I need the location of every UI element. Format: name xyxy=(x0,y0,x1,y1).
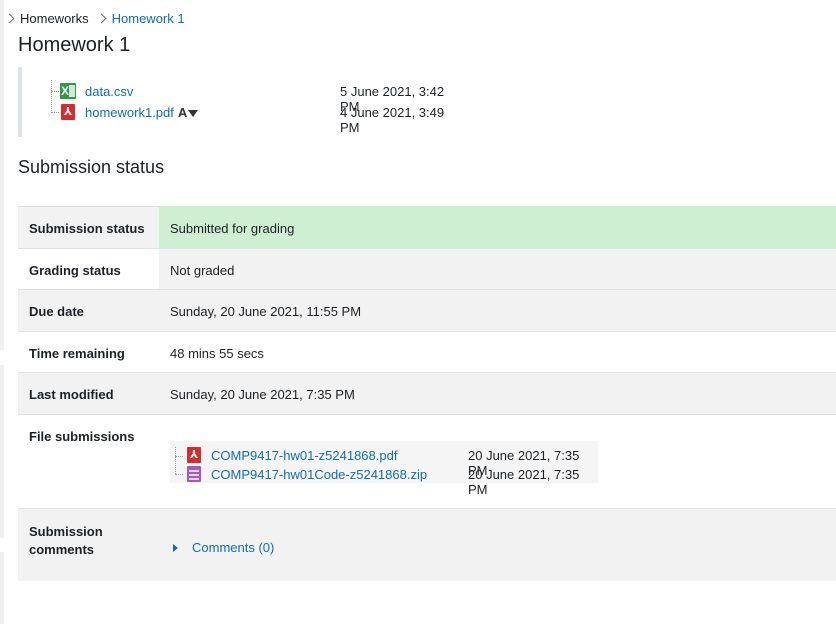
table-row: Grading status Not graded xyxy=(18,248,836,290)
attachment-data-csv[interactable]: X data.csv xyxy=(60,82,133,100)
grading-cell-bg xyxy=(159,249,836,290)
table-row: File submissions ⅄ COMP9417-hw01-z524186… xyxy=(18,414,836,509)
table-row: Submission status Submitted for grading xyxy=(18,206,836,249)
attachment-link[interactable]: homework1.pdf xyxy=(85,105,174,120)
submitted-file-zip[interactable]: COMP9417-hw01Code-z5241868.zip xyxy=(186,465,427,483)
comments-link[interactable]: Comments (0) xyxy=(192,540,274,555)
file-submissions-list: ⅄ COMP9417-hw01-z5241868.pdf 20 June 202… xyxy=(170,441,598,497)
breadcrumb: Homeworks Homework 1 xyxy=(4,9,185,27)
csv-file-icon: X xyxy=(60,83,76,99)
gutter-gap xyxy=(0,538,4,552)
table-row: Submission comments Comments (0) xyxy=(18,508,836,581)
due-date-value: Sunday, 20 June 2021, 11:55 PM xyxy=(170,304,362,319)
grading-status-value: Not graded xyxy=(170,263,235,278)
breadcrumb-item-homeworks[interactable]: Homeworks xyxy=(20,11,89,26)
comments-toggle[interactable]: Comments (0) xyxy=(173,540,274,555)
attachment-link[interactable]: data.csv xyxy=(85,84,133,99)
submission-status-value: Submitted for grading xyxy=(170,221,295,236)
chevron-right-icon xyxy=(96,13,107,23)
tree-line xyxy=(175,474,183,475)
attachment-homework1-pdf[interactable]: ⅄ homework1.pdf A xyxy=(60,103,199,121)
accessibility-download-icon[interactable]: A xyxy=(178,105,199,120)
tree-line xyxy=(175,456,183,457)
left-gutter xyxy=(0,0,4,624)
table-row: Due date Sunday, 20 June 2021, 11:55 PM xyxy=(18,289,836,332)
submission-status-heading: Submission status xyxy=(18,157,165,177)
chevron-right-icon xyxy=(4,13,15,23)
breadcrumb-item-homework-1[interactable]: Homework 1 xyxy=(112,11,185,26)
row-label: Grading status xyxy=(29,263,121,278)
tree-line xyxy=(51,112,59,113)
table-row: Last modified Sunday, 20 June 2021, 7:35… xyxy=(18,372,836,415)
row-label: Submission comments xyxy=(29,524,103,557)
submitted-file-date: 20 June 2021, 7:35 PM xyxy=(468,467,580,497)
row-label: Time remaining xyxy=(29,346,125,361)
caret-right-icon xyxy=(173,543,178,552)
row-label: File submissions xyxy=(29,429,135,444)
page-title: Homework 1 xyxy=(18,34,131,56)
last-modified-value: Sunday, 20 June 2021, 7:35 PM xyxy=(170,387,355,402)
gutter-gap xyxy=(0,350,4,365)
time-remaining-value: 48 mins 55 secs xyxy=(170,346,264,361)
table-row: Time remaining 48 mins 55 secs xyxy=(18,331,836,373)
intro-attachments: X data.csv 5 June 2021, 3:42 PM ⅄ homewo… xyxy=(18,67,452,137)
row-label: Due date xyxy=(29,304,84,319)
tree-line xyxy=(175,447,176,474)
pdf-file-icon: ⅄ xyxy=(60,104,76,120)
submitted-file-pdf[interactable]: ⅄ COMP9417-hw01-z5241868.pdf xyxy=(186,446,397,464)
row-label: Last modified xyxy=(29,387,114,402)
attachment-date: 4 June 2021, 3:49 PM xyxy=(340,105,445,135)
zip-file-icon xyxy=(186,466,202,482)
pdf-file-icon: ⅄ xyxy=(186,447,202,463)
tree-line xyxy=(51,80,52,113)
submitted-file-link[interactable]: COMP9417-hw01Code-z5241868.zip xyxy=(211,467,427,482)
row-label: Submission status xyxy=(29,221,145,236)
submitted-file-link[interactable]: COMP9417-hw01-z5241868.pdf xyxy=(211,448,397,463)
